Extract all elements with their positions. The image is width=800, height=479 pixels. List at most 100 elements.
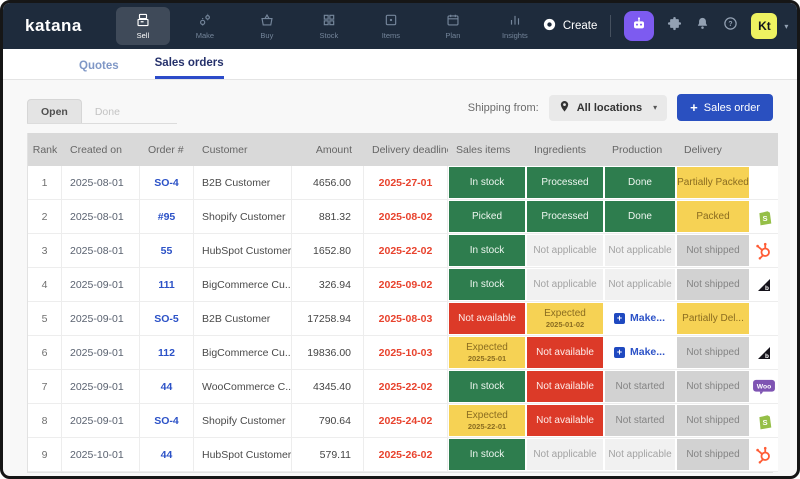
column-header-ingredients[interactable]: Ingredients (526, 133, 604, 166)
order-link[interactable]: 112 (158, 347, 175, 359)
order-link[interactable]: 111 (158, 279, 174, 291)
sales-items-cell: Not available (448, 302, 526, 336)
delivery-cell: Not shipped (676, 438, 750, 472)
make-button[interactable]: +Make... (605, 303, 675, 334)
subtab-open[interactable]: Open (27, 99, 82, 123)
nav-item-sell[interactable]: Sell (116, 7, 170, 45)
tab-quotes[interactable]: Quotes (79, 60, 119, 79)
column-header-delivery-deadline[interactable]: Delivery deadline (364, 133, 448, 166)
order-link[interactable]: SO-4 (154, 177, 179, 189)
status-label: In stock (470, 381, 504, 393)
notifications-button[interactable] (695, 16, 710, 36)
order-link[interactable]: #95 (158, 211, 176, 223)
sales-items-cell: In stock (448, 234, 526, 268)
table-row[interactable]: 12025-08-01SO-4B2B Customer4656.002025-2… (28, 166, 778, 200)
svg-text:S: S (762, 417, 767, 426)
created-on-cell: 2025-10-01 (62, 438, 140, 472)
nav-item-buy[interactable]: Buy (240, 7, 294, 45)
production-cell: Not started (604, 370, 676, 404)
nav-item-label: Plan (445, 31, 460, 40)
column-header-amount[interactable]: Amount (292, 133, 364, 166)
table-row[interactable]: 92025-10-0144HubSpot Customer579.112025-… (28, 438, 778, 472)
table-row[interactable]: 52025-09-01SO-5B2B Customer17258.942025-… (28, 302, 778, 336)
order-link[interactable]: 44 (161, 449, 173, 461)
column-header-delivery[interactable]: Delivery (676, 133, 750, 166)
create-label: Create (563, 20, 598, 32)
main-nav: Sell Make Buy Stock Items Plan (116, 7, 542, 45)
new-sales-order-button[interactable]: + Sales order (677, 94, 773, 121)
status-label: Processed (541, 177, 588, 189)
make-button[interactable]: +Make... (605, 337, 675, 368)
subtab-done[interactable]: Done (82, 100, 133, 123)
ingredients-cell: Processed (526, 200, 604, 234)
nav-item-items[interactable]: Items (364, 7, 418, 45)
status-label: Partially Packed (677, 177, 749, 189)
table-row[interactable]: 72025-09-0144WooCommerce C...4345.402025… (28, 370, 778, 404)
table-row[interactable]: 32025-08-0155HubSpot Customer1652.802025… (28, 234, 778, 268)
column-header-production[interactable]: Production (604, 133, 676, 166)
platform-cell: b (750, 336, 778, 370)
shipping-from-label: Shipping from: (468, 102, 539, 114)
rank-cell: 2 (28, 200, 62, 234)
order-link[interactable]: SO-4 (154, 415, 179, 427)
table-row[interactable]: 62025-09-01112BigCommerce Cu...19836.002… (28, 336, 778, 370)
delivery-cell: Partially Packed (676, 166, 750, 200)
column-header-customer[interactable]: Customer (194, 133, 292, 166)
rank-cell: 9 (28, 438, 62, 472)
status-label: Not applicable (608, 279, 671, 291)
status-label: Expected (466, 342, 508, 354)
sales-orders-table: RankCreated onOrder #CustomerAmountDeliv… (27, 133, 773, 473)
status-label: Not shipped (686, 449, 739, 461)
location-selector[interactable]: All locations ▾ (549, 95, 667, 121)
sales-items-status: Not available (449, 303, 525, 334)
nav-item-make[interactable]: Make (178, 7, 232, 45)
status-label: In stock (470, 279, 504, 291)
column-header-sales-items[interactable]: Sales items (448, 133, 526, 166)
column-header-order-[interactable]: Order # (140, 133, 194, 166)
user-avatar[interactable]: Kt (751, 13, 777, 39)
sales-items-status: Picked (449, 201, 525, 232)
make-icon: + (614, 347, 625, 358)
help-button[interactable]: ? (723, 16, 738, 36)
nav-item-insights[interactable]: Insights (488, 7, 542, 45)
table-row[interactable]: 22025-08-01#95Shopify Customer881.322025… (28, 200, 778, 234)
bar-chart-icon (508, 13, 522, 29)
status-label: Not available (536, 381, 594, 393)
order-link[interactable]: 44 (161, 381, 173, 393)
order-number-cell: SO-4 (140, 404, 194, 438)
expected-date: 2025-25-01 (468, 354, 506, 363)
order-link[interactable]: SO-5 (154, 313, 179, 325)
delivery-status: Not shipped (677, 371, 749, 402)
ingredients-cell: Not applicable (526, 438, 604, 472)
nav-item-plan[interactable]: Plan (426, 7, 480, 45)
sales-items-status: In stock (449, 167, 525, 198)
delivery-status: Not shipped (677, 405, 749, 436)
production-status: Not applicable (605, 269, 675, 300)
delivery-status: Partially Del... (677, 303, 749, 334)
svg-text:?: ? (729, 21, 733, 28)
status-label: Done (628, 211, 652, 223)
customer-cell: BigCommerce Cu... (194, 336, 292, 370)
divider (610, 15, 611, 37)
app-window: katana Sell Make Buy Stock Items (0, 0, 800, 479)
ai-assistant-button[interactable] (624, 11, 654, 41)
table-row[interactable]: 82025-09-01SO-4Shopify Customer790.64202… (28, 404, 778, 438)
column-header-created-on[interactable]: Created on (62, 133, 140, 166)
sales-items-status: Expected2025-25-01 (449, 337, 525, 368)
bell-icon (695, 16, 710, 36)
hubspot-icon (755, 242, 773, 260)
column-header-rank[interactable]: Rank (28, 133, 62, 166)
created-on-cell: 2025-08-01 (62, 200, 140, 234)
table-row[interactable]: 42025-09-01111BigCommerce Cu...326.94202… (28, 268, 778, 302)
order-link[interactable]: 55 (161, 245, 173, 257)
platform-cell (750, 234, 778, 268)
customer-cell: B2B Customer (194, 166, 292, 200)
avatar-caret-icon[interactable]: ▾ (784, 22, 788, 31)
create-button[interactable]: Create (542, 17, 598, 35)
tab-sales-orders[interactable]: Sales orders (155, 57, 224, 79)
delivery-status: Not shipped (677, 439, 749, 470)
nav-item-stock[interactable]: Stock (302, 7, 356, 45)
grid-icon (322, 13, 336, 29)
status-label: Not applicable (533, 245, 596, 257)
integrations-button[interactable] (667, 16, 682, 36)
